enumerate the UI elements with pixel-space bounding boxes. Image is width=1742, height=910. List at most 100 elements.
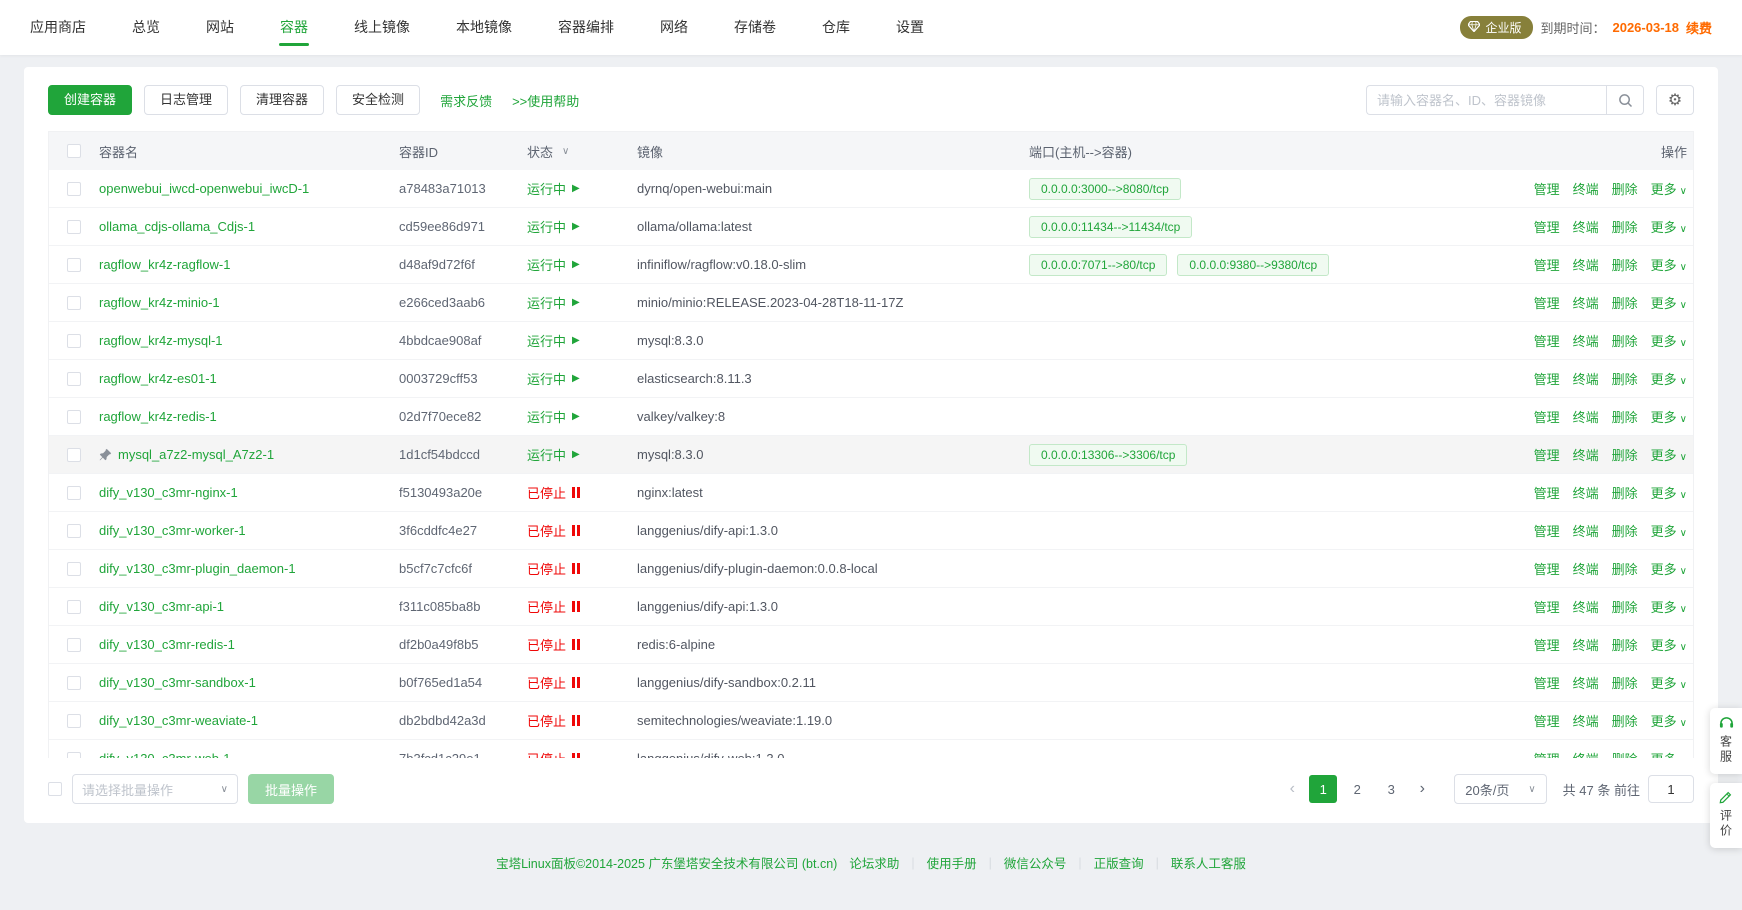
- row-action-terminal[interactable]: 终端: [1573, 597, 1599, 616]
- renew-link[interactable]: 续费: [1686, 18, 1712, 37]
- row-action-delete[interactable]: 删除: [1612, 483, 1638, 502]
- row-action-terminal[interactable]: 终端: [1573, 293, 1599, 312]
- customer-service-widget[interactable]: 客服: [1710, 708, 1742, 774]
- row-action-more[interactable]: 更多∨: [1651, 559, 1687, 578]
- row-action-manage[interactable]: 管理: [1534, 255, 1560, 274]
- row-action-terminal[interactable]: 终端: [1573, 711, 1599, 730]
- row-action-more[interactable]: 更多∨: [1651, 483, 1687, 502]
- row-action-manage[interactable]: 管理: [1534, 711, 1560, 730]
- row-action-manage[interactable]: 管理: [1534, 597, 1560, 616]
- row-action-delete[interactable]: 删除: [1612, 597, 1638, 616]
- page-button-3[interactable]: 3: [1377, 775, 1405, 803]
- container-name-link[interactable]: dify_v130_c3mr-web-1: [99, 751, 231, 758]
- container-name-link[interactable]: mysql_a7z2-mysql_A7z2-1: [118, 447, 274, 462]
- container-name-link[interactable]: dify_v130_c3mr-api-1: [99, 599, 224, 614]
- row-action-delete[interactable]: 删除: [1612, 407, 1638, 426]
- container-name-link[interactable]: dify_v130_c3mr-plugin_daemon-1: [99, 561, 296, 576]
- row-checkbox[interactable]: [67, 334, 81, 348]
- container-name-link[interactable]: ragflow_kr4z-minio-1: [99, 295, 220, 310]
- status-icon[interactable]: [572, 715, 580, 726]
- container-name-link[interactable]: dify_v130_c3mr-sandbox-1: [99, 675, 256, 690]
- batch-select-all-checkbox[interactable]: [48, 782, 62, 796]
- nav-item-6[interactable]: 本地镜像: [456, 0, 512, 55]
- container-name-link[interactable]: ollama_cdjs-ollama_Cdjs-1: [99, 219, 255, 234]
- nav-item-7[interactable]: 容器编排: [558, 0, 614, 55]
- row-checkbox[interactable]: [67, 638, 81, 652]
- page-button-2[interactable]: 2: [1343, 775, 1371, 803]
- row-action-delete[interactable]: 删除: [1612, 179, 1638, 198]
- nav-item-3[interactable]: 网站: [206, 0, 234, 55]
- next-page-button[interactable]: ›: [1408, 775, 1436, 803]
- row-action-more[interactable]: 更多∨: [1651, 331, 1687, 350]
- create-container-button[interactable]: 创建容器: [48, 85, 132, 115]
- row-action-more[interactable]: 更多∨: [1651, 521, 1687, 540]
- select-all-checkbox[interactable]: [67, 144, 81, 158]
- search-input[interactable]: [1366, 85, 1606, 115]
- row-checkbox[interactable]: [67, 372, 81, 386]
- log-management-button[interactable]: 日志管理: [144, 85, 228, 115]
- row-checkbox[interactable]: [67, 524, 81, 538]
- row-action-manage[interactable]: 管理: [1534, 331, 1560, 350]
- container-name-link[interactable]: dify_v130_c3mr-worker-1: [99, 523, 246, 538]
- row-action-terminal[interactable]: 终端: [1573, 749, 1599, 758]
- row-action-delete[interactable]: 删除: [1612, 331, 1638, 350]
- row-action-manage[interactable]: 管理: [1534, 749, 1560, 758]
- row-action-more[interactable]: 更多∨: [1651, 445, 1687, 464]
- row-action-terminal[interactable]: 终端: [1573, 407, 1599, 426]
- row-checkbox[interactable]: [67, 676, 81, 690]
- row-action-terminal[interactable]: 终端: [1573, 521, 1599, 540]
- row-action-terminal[interactable]: 终端: [1573, 559, 1599, 578]
- status-icon[interactable]: ▶: [572, 411, 580, 422]
- row-action-manage[interactable]: 管理: [1534, 673, 1560, 692]
- container-name-link[interactable]: dify_v130_c3mr-weaviate-1: [99, 713, 258, 728]
- row-action-more[interactable]: 更多∨: [1651, 749, 1687, 758]
- row-action-delete[interactable]: 删除: [1612, 673, 1638, 692]
- container-name-link[interactable]: dify_v130_c3mr-redis-1: [99, 637, 235, 652]
- row-action-more[interactable]: 更多∨: [1651, 255, 1687, 274]
- nav-item-1[interactable]: 应用商店: [30, 0, 86, 55]
- row-action-more[interactable]: 更多∨: [1651, 407, 1687, 426]
- row-action-manage[interactable]: 管理: [1534, 293, 1560, 312]
- row-action-delete[interactable]: 删除: [1612, 635, 1638, 654]
- status-icon[interactable]: [572, 639, 580, 650]
- batch-operation-button[interactable]: 批量操作: [248, 774, 334, 804]
- footer-link-1[interactable]: 论坛求助: [849, 853, 899, 872]
- row-action-more[interactable]: 更多∨: [1651, 597, 1687, 616]
- row-action-delete[interactable]: 删除: [1612, 559, 1638, 578]
- row-action-more[interactable]: 更多∨: [1651, 179, 1687, 198]
- footer-link-3[interactable]: 微信公众号: [1004, 853, 1067, 872]
- goto-page-input[interactable]: [1648, 775, 1694, 803]
- search-button[interactable]: [1606, 85, 1644, 115]
- nav-item-10[interactable]: 仓库: [822, 0, 850, 55]
- container-name-link[interactable]: ragflow_kr4z-es01-1: [99, 371, 217, 386]
- feedback-link[interactable]: 需求反馈: [440, 91, 492, 110]
- row-action-terminal[interactable]: 终端: [1573, 483, 1599, 502]
- row-action-manage[interactable]: 管理: [1534, 521, 1560, 540]
- page-button-1[interactable]: 1: [1309, 775, 1337, 803]
- row-action-delete[interactable]: 删除: [1612, 255, 1638, 274]
- container-name-link[interactable]: ragflow_kr4z-mysql-1: [99, 333, 223, 348]
- header-status[interactable]: 状态 ∨: [527, 142, 637, 161]
- status-icon[interactable]: [572, 487, 580, 498]
- row-action-manage[interactable]: 管理: [1534, 217, 1560, 236]
- row-action-manage[interactable]: 管理: [1534, 483, 1560, 502]
- status-icon[interactable]: [572, 753, 580, 758]
- security-check-button[interactable]: 安全检测: [336, 85, 420, 115]
- row-checkbox[interactable]: [67, 296, 81, 310]
- row-action-more[interactable]: 更多∨: [1651, 369, 1687, 388]
- nav-item-11[interactable]: 设置: [896, 0, 924, 55]
- row-checkbox[interactable]: [67, 714, 81, 728]
- edition-badge[interactable]: 企业版: [1460, 16, 1533, 39]
- container-name-link[interactable]: ragflow_kr4z-redis-1: [99, 409, 217, 424]
- status-icon[interactable]: [572, 677, 580, 688]
- nav-item-4[interactable]: 容器: [280, 0, 308, 55]
- footer-link-2[interactable]: 使用手册: [927, 853, 977, 872]
- row-action-more[interactable]: 更多∨: [1651, 711, 1687, 730]
- row-action-manage[interactable]: 管理: [1534, 635, 1560, 654]
- row-action-terminal[interactable]: 终端: [1573, 369, 1599, 388]
- row-checkbox[interactable]: [67, 486, 81, 500]
- row-checkbox[interactable]: [67, 182, 81, 196]
- row-checkbox[interactable]: [67, 752, 81, 759]
- row-action-delete[interactable]: 删除: [1612, 521, 1638, 540]
- container-name-link[interactable]: dify_v130_c3mr-nginx-1: [99, 485, 238, 500]
